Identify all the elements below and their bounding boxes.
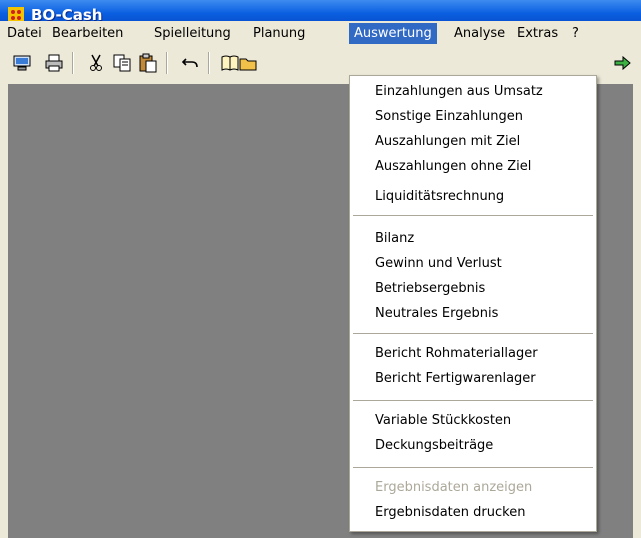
open-button[interactable] [236,51,260,75]
menu-item-auszahlungen-ohne-ziel[interactable]: Auszahlungen ohne Ziel [350,157,596,177]
menu-separator [353,467,593,468]
menu-item-ergebnisdaten-drucken[interactable]: Ergebnisdaten drucken [350,503,596,523]
menu-separator [353,400,593,401]
menu-item-gewinn-und-verlust[interactable]: Gewinn und Verlust [350,254,596,274]
arrow-right-icon [614,55,631,71]
menu-item-einzahlungen-aus-umsatz[interactable]: Einzahlungen aus Umsatz [350,82,596,102]
application-window: BO-Cash Datei Bearbeiten Spielleitung Pl… [0,0,641,538]
print-icon [45,54,63,72]
menu-item-neutrales-ergebnis[interactable]: Neutrales Ergebnis [350,304,596,324]
menu-item-variable-stueckkosten[interactable]: Variable Stückkosten [350,411,596,431]
open-icon [239,58,257,71]
copy-icon [113,54,131,72]
paste-icon [139,53,157,73]
menu-planung[interactable]: Planung [248,23,310,44]
menu-extras[interactable]: Extras [512,23,563,44]
toolbar-separator [72,52,74,74]
toolbar-separator [208,52,210,74]
menu-item-betriebsergebnis[interactable]: Betriebsergebnis [350,279,596,299]
menu-analyse[interactable]: Analyse [449,23,510,44]
print-button[interactable] [42,51,66,75]
auswertung-dropdown-menu: Einzahlungen aus Umsatz Sonstige Einzahl… [349,75,597,532]
copy-button[interactable] [110,51,134,75]
menu-datei[interactable]: Datei [2,23,47,44]
menu-separator [353,333,593,334]
cut-button[interactable] [84,51,108,75]
menu-item-liquiditaetsrechnung[interactable]: Liquiditätsrechnung [350,187,596,207]
menu-item-bilanz[interactable]: Bilanz [350,229,596,249]
menu-bar: Datei Bearbeiten Spielleitung Planung Au… [0,21,641,46]
toolbar [0,47,641,75]
menu-auswertung[interactable]: Auswertung [349,23,437,44]
menu-bearbeiten[interactable]: Bearbeiten [47,23,128,44]
menu-item-sonstige-einzahlungen[interactable]: Sonstige Einzahlungen [350,107,596,127]
undo-button[interactable] [178,51,202,75]
menu-item-bericht-fertigwarenlager[interactable]: Bericht Fertigwarenlager [350,369,596,389]
frame-right [633,75,641,538]
forward-button[interactable] [610,51,634,75]
menu-item-ergebnisdaten-anzeigen: Ergebnisdaten anzeigen [375,480,533,495]
menu-separator [353,215,593,216]
undo-icon [181,58,198,68]
paste-button[interactable] [136,51,160,75]
frame-left [0,75,8,538]
menu-item-deckungsbeitraege[interactable]: Deckungsbeiträge [350,436,596,456]
menu-help[interactable]: ? [567,23,584,44]
menu-item-bericht-rohmateriallager[interactable]: Bericht Rohmateriallager [350,344,596,364]
toolbar-separator [166,52,168,74]
network-button[interactable] [10,51,34,75]
cut-icon [90,54,102,71]
menu-spielleitung[interactable]: Spielleitung [149,23,236,44]
menu-item-auszahlungen-mit-ziel[interactable]: Auszahlungen mit Ziel [350,132,596,152]
network-icon [13,55,31,71]
